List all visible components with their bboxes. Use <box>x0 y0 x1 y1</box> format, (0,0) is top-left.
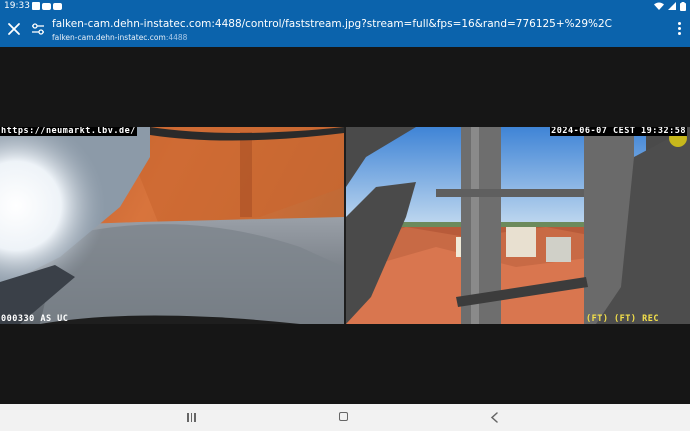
osd-website: https://neumarkt.lbv.de/ <box>0 127 137 136</box>
battery-icon <box>680 1 686 11</box>
recents-icon[interactable] <box>187 413 197 422</box>
host-port: :4488 <box>165 33 188 42</box>
system-icons <box>654 0 686 12</box>
osd-counter: 000330 AS UC <box>1 314 69 324</box>
system-navigation-bar <box>0 404 690 431</box>
wifi-icon <box>654 2 664 10</box>
home-icon[interactable] <box>339 412 348 421</box>
tower-view-image <box>346 127 690 324</box>
image-viewer: https://neumarkt.lbv.de/ 000330 AS UC 20… <box>0 47 690 404</box>
more-vert-icon[interactable] <box>676 21 682 37</box>
youtube-icon <box>42 3 51 10</box>
page-settings-icon[interactable] <box>31 21 45 37</box>
notification-icon <box>32 2 40 10</box>
camera-stream-image: https://neumarkt.lbv.de/ 000330 AS UC 20… <box>0 127 690 324</box>
osd-status: (FT) (FT) REC <box>585 314 659 324</box>
status-time: 19:33 <box>4 1 30 11</box>
close-icon[interactable] <box>4 19 24 39</box>
signal-icon <box>668 2 676 10</box>
page-url[interactable]: falken-cam.dehn-instatec.com:4488/contro… <box>52 18 612 30</box>
back-icon[interactable] <box>490 412 500 423</box>
camera-right-feed: 2024-06-07 CEST 19:32:58 (FT) (FT) REC <box>346 127 690 324</box>
host-name: falken-cam.dehn-instatec.com <box>52 33 166 42</box>
status-bar: 19:33 <box>0 0 690 12</box>
osd-timestamp: 2024-06-07 CEST 19:32:58 <box>550 127 687 136</box>
nest-box-interior-image <box>0 127 344 324</box>
camera-left-feed: https://neumarkt.lbv.de/ 000330 AS UC <box>0 127 344 324</box>
page-host: falken-cam.dehn-instatec.com:4488 <box>52 33 187 42</box>
notification-icons <box>32 2 62 10</box>
custom-tab-toolbar: falken-cam.dehn-instatec.com:4488/contro… <box>0 12 690 47</box>
youtube-icon <box>53 3 62 10</box>
